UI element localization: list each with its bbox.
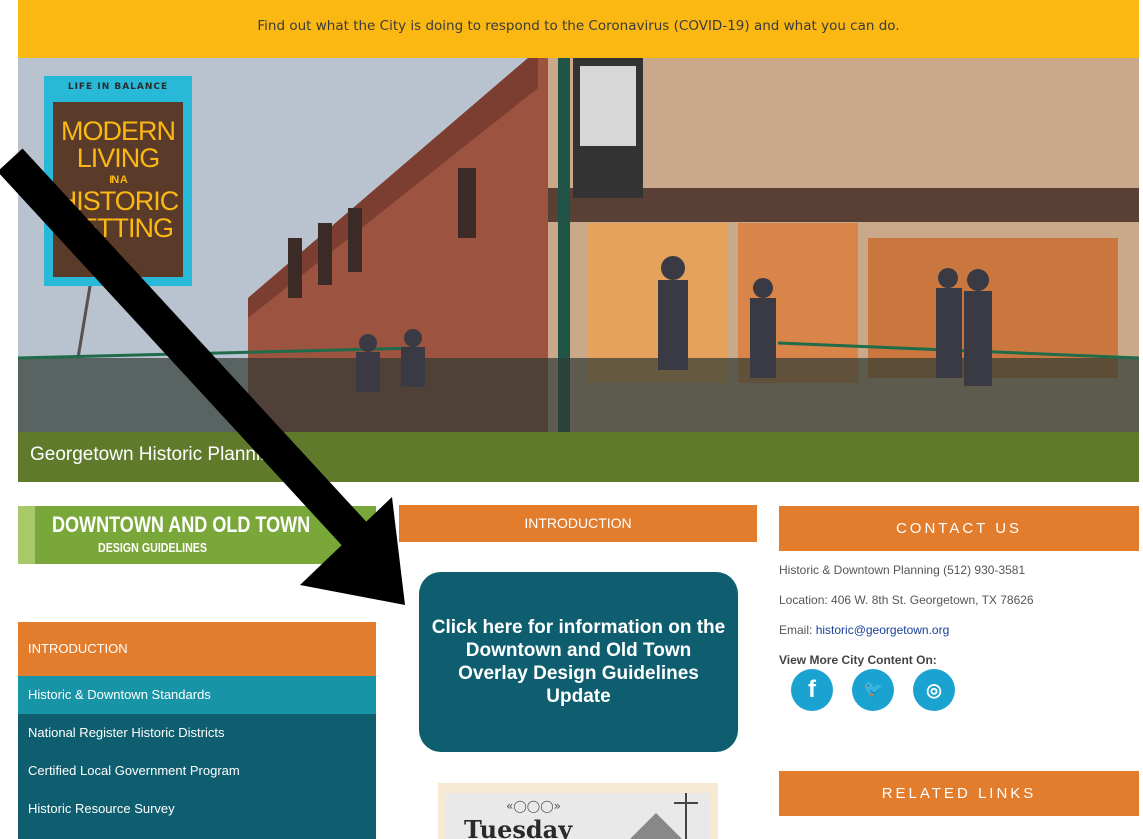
life-in-balance-logo: LIFE IN BALANCE MODERN LIVING IN A HISTO… — [44, 76, 192, 286]
twitter-icon[interactable]: 🐦 — [852, 669, 894, 711]
covid-alert-banner[interactable]: Find out what the City is doing to respo… — [18, 0, 1139, 58]
sidebar-nav: INTRODUCTION Historic & Downtown Standar… — [18, 622, 376, 839]
page-title-band: Georgetown Historic Planning — [18, 432, 1139, 482]
view-more-label: View More City Content On: — [779, 653, 937, 667]
flyer-building-sketch — [630, 793, 698, 839]
design-guidelines-banner[interactable]: DOWNTOWN AND OLD TOWN DESIGN GUIDELINES — [18, 506, 376, 564]
sidebar-item-introduction[interactable]: INTRODUCTION — [18, 622, 376, 676]
contact-us-heading: CONTACT US — [779, 506, 1139, 551]
design-guidelines-update-button[interactable]: Click here for information on the Downto… — [419, 572, 738, 752]
contact-location: Location: 406 W. 8th St. Georgetown, TX … — [779, 593, 1034, 607]
page-title: Georgetown Historic Planning — [30, 444, 282, 465]
sidebar-item-national-register[interactable]: National Register Historic Districts — [18, 714, 376, 752]
logo-line: MODERN — [61, 116, 176, 146]
flyer-text: Tuesday — [464, 815, 573, 839]
banner-stripe — [18, 506, 35, 564]
flyer-ornament: «◯◯◯» — [506, 799, 561, 813]
logo-line: IN A — [109, 174, 128, 186]
guidelines-title: DOWNTOWN AND OLD TOWN — [52, 512, 311, 537]
covid-alert-text[interactable]: Find out what the City is doing to respo… — [257, 18, 899, 34]
sidebar-item-historic-downtown-standards[interactable]: Historic & Downtown Standards — [18, 676, 376, 714]
contact-phone: Historic & Downtown Planning (512) 930-3… — [779, 563, 1026, 577]
sidebar-item-historic-resource-survey[interactable]: Historic Resource Survey — [18, 790, 376, 828]
logo-line: SETTING — [62, 213, 174, 243]
instagram-icon[interactable]: ◎ — [913, 669, 955, 711]
hero-image: LIFE IN BALANCE MODERN LIVING IN A HISTO… — [18, 58, 1139, 432]
email-link[interactable]: historic@georgetown.org — [816, 623, 950, 637]
logo-line: LIVING — [76, 143, 161, 173]
logo-tagline: LIFE IN BALANCE — [67, 82, 169, 92]
introduction-heading: INTRODUCTION — [399, 505, 757, 542]
event-flyer-image[interactable]: «◯◯◯» Tuesday — [438, 783, 718, 839]
related-links-heading: RELATED LINKS — [779, 771, 1139, 816]
sidebar-item-certified-local-government[interactable]: Certified Local Government Program — [18, 752, 376, 790]
contact-email-line: Email: historic@georgetown.org — [779, 623, 949, 637]
logo-line: HISTORIC — [57, 186, 180, 216]
guidelines-subtitle: DESIGN GUIDELINES — [98, 540, 207, 555]
email-label: Email: — [779, 623, 816, 637]
facebook-icon[interactable]: f — [791, 669, 833, 711]
